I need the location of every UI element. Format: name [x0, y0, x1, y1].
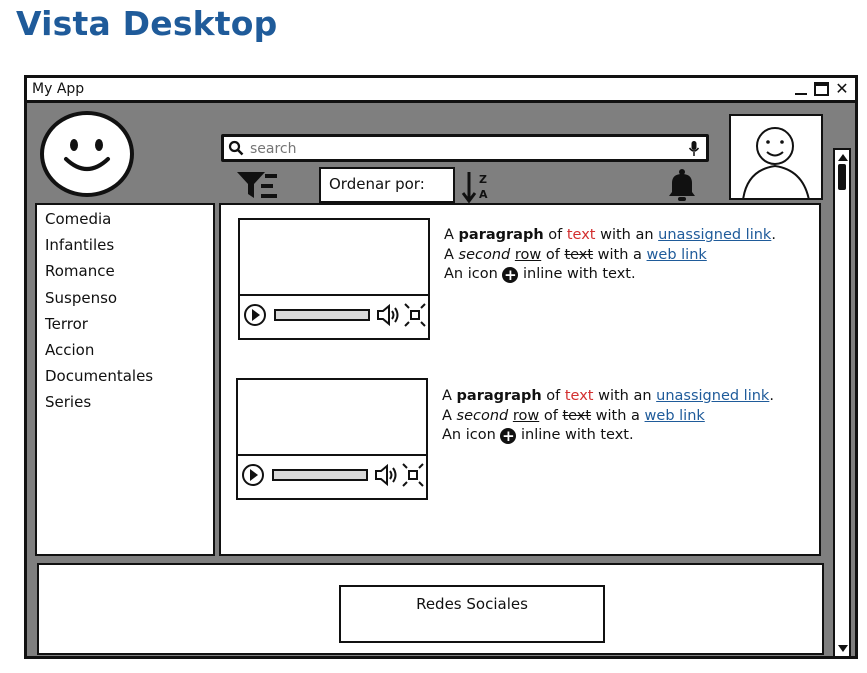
- fullscreen-icon[interactable]: [402, 463, 424, 491]
- user-avatar-icon[interactable]: [729, 114, 823, 200]
- svg-text:A: A: [479, 188, 488, 201]
- social-links-box[interactable]: Redes Sociales: [339, 585, 605, 643]
- progress-bar[interactable]: [272, 469, 368, 481]
- sidebar-item-series[interactable]: Series: [37, 392, 213, 418]
- smiley-icon[interactable]: [40, 111, 134, 197]
- filter-icon[interactable]: [235, 170, 279, 206]
- sidebar-item-comedia[interactable]: Comedia: [37, 209, 213, 235]
- sidebar-item-terror[interactable]: Terror: [37, 314, 213, 340]
- microphone-icon[interactable]: [688, 140, 700, 161]
- description-line-2: A second row of text with a web link: [444, 246, 707, 263]
- sidebar-item-accion[interactable]: Accion: [37, 340, 213, 366]
- window-title: My App: [32, 81, 85, 97]
- plus-circle-icon: +: [502, 266, 519, 284]
- sidebar-item-romance[interactable]: Romance: [37, 261, 213, 287]
- close-icon[interactable]: ✕: [835, 81, 849, 97]
- window-titlebar: My App ✕: [27, 78, 855, 103]
- maximize-icon[interactable]: [814, 82, 829, 96]
- web-link[interactable]: web link: [647, 247, 707, 263]
- video-controls: [238, 454, 426, 498]
- description-line-3: An icon + inline with text.: [442, 427, 634, 445]
- play-icon[interactable]: [242, 464, 264, 486]
- web-link[interactable]: web link: [645, 408, 705, 424]
- page-title: Vista Desktop: [16, 4, 278, 43]
- search-icon[interactable]: [228, 140, 244, 160]
- plus-circle-icon: +: [500, 427, 517, 445]
- svg-text:Z: Z: [479, 173, 487, 186]
- description-line-1: A paragraph of text with an unassigned l…: [444, 227, 776, 243]
- sidebar-item-suspenso[interactable]: Suspenso: [37, 288, 213, 314]
- app-window: My App ✕ search Ordenar por: Z A Comedia…: [24, 75, 858, 659]
- window-controls: ✕: [794, 78, 849, 100]
- volume-icon[interactable]: [374, 463, 400, 491]
- minimize-icon[interactable]: [794, 82, 808, 96]
- video-controls: [240, 294, 428, 338]
- sidebar-item-infantiles[interactable]: Infantiles: [37, 235, 213, 261]
- unassigned-link[interactable]: unassigned link: [658, 227, 771, 243]
- vertical-scrollbar[interactable]: [833, 148, 851, 658]
- unassigned-link[interactable]: unassigned link: [656, 388, 769, 404]
- video-player[interactable]: [236, 378, 428, 500]
- video-list: A paragraph of text with an unassigned l…: [219, 203, 821, 556]
- scroll-up-icon[interactable]: [838, 154, 848, 161]
- category-sidebar: Comedia Infantiles Romance Suspenso Terr…: [35, 203, 215, 556]
- scroll-thumb[interactable]: [838, 164, 846, 190]
- description-line-1: A paragraph of text with an unassigned l…: [442, 388, 774, 404]
- fullscreen-icon[interactable]: [404, 303, 426, 331]
- progress-bar[interactable]: [274, 309, 370, 321]
- bell-icon[interactable]: [667, 168, 697, 206]
- video-description: A paragraph of text with an unassigned l…: [442, 387, 774, 446]
- sidebar-item-documentales[interactable]: Documentales: [37, 366, 213, 392]
- search-input[interactable]: [248, 138, 682, 160]
- description-line-2: A second row of text with a web link: [442, 407, 705, 424]
- video-player[interactable]: [238, 218, 430, 340]
- description-line-3: An icon + inline with text.: [444, 266, 636, 284]
- search-bar: [221, 134, 709, 162]
- order-by-select[interactable]: Ordenar por:: [319, 167, 455, 203]
- footer: Redes Sociales: [37, 563, 824, 655]
- video-description: A paragraph of text with an unassigned l…: [444, 226, 776, 285]
- scroll-down-icon[interactable]: [838, 645, 848, 652]
- play-icon[interactable]: [244, 304, 266, 326]
- volume-icon[interactable]: [376, 303, 402, 331]
